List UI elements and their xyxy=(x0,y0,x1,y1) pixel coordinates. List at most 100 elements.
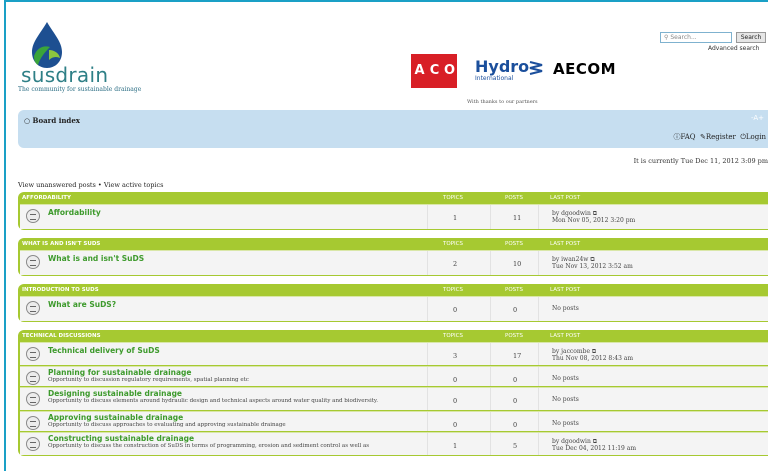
last-post-author[interactable]: by dgoodwin xyxy=(552,438,591,445)
forum-row[interactable]: Planning for sustainable drainage Opportu… xyxy=(20,366,768,386)
column-separator xyxy=(538,205,539,229)
forum-row[interactable]: What is and isn't SuDS 2 10 by iwan24w ⧉ Tue… xyxy=(20,250,768,275)
forum-read-icon xyxy=(26,209,40,223)
last-post-author[interactable]: No posts xyxy=(552,420,579,427)
last-post-author[interactable]: by dgoodwin xyxy=(552,210,591,217)
topics-count: 1 xyxy=(453,214,458,222)
forum-description: Opportunity to discuss the construction … xyxy=(48,443,370,449)
topics-count: 2 xyxy=(453,260,458,268)
search-input[interactable]: ⚲ Search... xyxy=(660,32,732,43)
forum-row[interactable]: Approving sustainable drainage Opportunit… xyxy=(20,411,768,431)
forum-read-icon xyxy=(26,301,40,315)
last-post-date: Mon Nov 05, 2012 3:20 pm xyxy=(552,217,636,224)
forum-read-icon xyxy=(26,437,40,451)
nav-links: ⓘFAQ ✎Register ⏻Login xyxy=(674,132,767,142)
forum-read-icon xyxy=(26,255,40,269)
forum-title[interactable]: Approving sustainable drainage xyxy=(48,413,183,422)
forum-read-icon xyxy=(26,347,40,361)
login-link[interactable]: Login xyxy=(746,133,766,141)
font-size-controls[interactable]: -A+ xyxy=(751,114,764,122)
hydro-logo-subtitle: International xyxy=(475,75,514,82)
forum-title[interactable]: Designing sustainable drainage xyxy=(48,389,182,398)
last-post-info: by jaccombe ⧉ Thu Nov 08, 2012 8:43 am xyxy=(552,348,633,362)
view-latest-post-icon[interactable]: ⧉ xyxy=(588,256,594,263)
column-header-topics: TOPICS xyxy=(443,287,463,293)
view-latest-post-icon[interactable]: ⧉ xyxy=(590,348,596,355)
aecom-logo[interactable]: AECOM xyxy=(553,60,616,78)
last-post-author[interactable]: No posts xyxy=(552,396,579,403)
forum-read-icon xyxy=(26,416,40,430)
column-header-topics: TOPICS xyxy=(443,241,463,247)
forum-category-title[interactable]: TECHNICAL DISCUSSIONS xyxy=(22,333,101,339)
partner-logos: A C O Hydro International AECOM With tha… xyxy=(411,38,651,105)
posts-count: 11 xyxy=(513,214,522,222)
forum-category: AFFORDABILITY TOPICS POSTS LAST POST Afforda… xyxy=(18,192,768,230)
hydro-wave-icon xyxy=(529,61,543,75)
column-separator xyxy=(490,251,491,275)
forum-title[interactable]: Technical delivery of SuDS xyxy=(48,346,160,355)
topics-count: 1 xyxy=(453,442,458,450)
forum-title[interactable]: What is and isn't SuDS xyxy=(48,254,144,263)
column-header-posts: POSTS xyxy=(505,333,523,339)
column-separator xyxy=(538,251,539,275)
forum-row[interactable]: Constructing sustainable drainage Opportu… xyxy=(20,432,768,455)
last-post-author[interactable]: No posts xyxy=(552,305,579,312)
site-logo-text[interactable]: susdrain xyxy=(21,63,108,87)
last-post-author[interactable]: by jaccombe xyxy=(552,348,590,355)
last-post-date: Thu Nov 08, 2012 8:43 am xyxy=(552,355,634,362)
register-link[interactable]: Register xyxy=(706,133,736,141)
topics-count: 3 xyxy=(453,352,458,360)
forum-title[interactable]: Planning for sustainable drainage xyxy=(48,368,192,377)
forum-category: INTRODUCTION TO SUDS TOPICS POSTS LAST POST… xyxy=(18,284,768,322)
last-post-info: by iwan24w ⧉ Tue Nov 13, 2012 3:52 am xyxy=(552,256,633,270)
last-post-author[interactable]: by iwan24w xyxy=(552,256,588,263)
topics-count: 0 xyxy=(453,397,458,405)
search-button[interactable]: Search xyxy=(736,32,766,43)
forum-category-title[interactable]: INTRODUCTION TO SUDS xyxy=(22,287,99,293)
column-separator xyxy=(490,343,491,365)
topics-count: 0 xyxy=(453,306,458,314)
breadcrumb-board-index[interactable]: ○ Board index xyxy=(24,116,80,125)
posts-count: 10 xyxy=(513,260,522,268)
column-header-topics: TOPICS xyxy=(443,333,463,339)
forum-description: Opportunity to discussion regulatory req… xyxy=(48,377,249,383)
faq-link[interactable]: FAQ xyxy=(681,133,696,141)
forum-title[interactable]: Constructing sustainable drainage xyxy=(48,434,194,443)
aco-logo[interactable]: A C O xyxy=(411,54,457,88)
last-post-info: by dgoodwin ⧉ Tue Dec 04, 2012 11:19 am xyxy=(552,438,636,452)
column-separator xyxy=(427,388,428,410)
search-icon: ⚲ xyxy=(664,34,669,41)
forum-row[interactable]: Designing sustainable drainage Opportunit… xyxy=(20,387,768,410)
partners-note: With thanks to our partners xyxy=(467,99,538,105)
forum-title[interactable]: Affordability xyxy=(48,208,101,217)
forum-description: Opportunity to discuss approaches to eva… xyxy=(48,422,286,428)
view-links[interactable]: View unanswered posts • View active topi… xyxy=(18,181,164,189)
column-header-last-post: LAST POST xyxy=(550,195,581,201)
column-separator xyxy=(538,388,539,410)
forum-category-header: TECHNICAL DISCUSSIONS TOPICS POSTS LAST POS… xyxy=(18,330,768,342)
last-post-info: by dgoodwin ⧉ Mon Nov 05, 2012 3:20 pm xyxy=(552,210,635,224)
last-post-date: Tue Nov 13, 2012 3:52 am xyxy=(552,263,633,270)
forum-title[interactable]: What are SuDS? xyxy=(48,300,116,309)
column-separator xyxy=(538,433,539,455)
topics-count: 0 xyxy=(453,421,458,429)
posts-count: 0 xyxy=(513,376,518,384)
view-latest-post-icon[interactable]: ⧉ xyxy=(591,438,597,445)
posts-count: 0 xyxy=(513,397,518,405)
posts-count: 17 xyxy=(513,352,522,360)
forum-row[interactable]: Affordability 1 11 by dgoodwin ⧉ Mon Nov 05,… xyxy=(20,204,768,229)
forum-category-title[interactable]: WHAT IS AND ISN'T SUDS xyxy=(22,241,100,247)
forum-row[interactable]: What are SuDS? 0 0 No posts xyxy=(20,296,768,321)
last-post-author[interactable]: No posts xyxy=(552,375,579,382)
column-separator xyxy=(490,367,491,386)
column-header-posts: POSTS xyxy=(505,241,523,247)
column-separator xyxy=(427,433,428,455)
last-post-info: No posts xyxy=(552,305,579,312)
hydro-logo[interactable]: Hydro xyxy=(475,57,529,76)
forum-row[interactable]: Technical delivery of SuDS 3 17 by jaccombe… xyxy=(20,342,768,365)
advanced-search-link[interactable]: Advanced search xyxy=(708,45,759,52)
posts-count: 5 xyxy=(513,442,518,450)
view-latest-post-icon[interactable]: ⧉ xyxy=(591,210,597,217)
column-separator xyxy=(427,297,428,321)
forum-category-title[interactable]: AFFORDABILITY xyxy=(22,195,71,201)
